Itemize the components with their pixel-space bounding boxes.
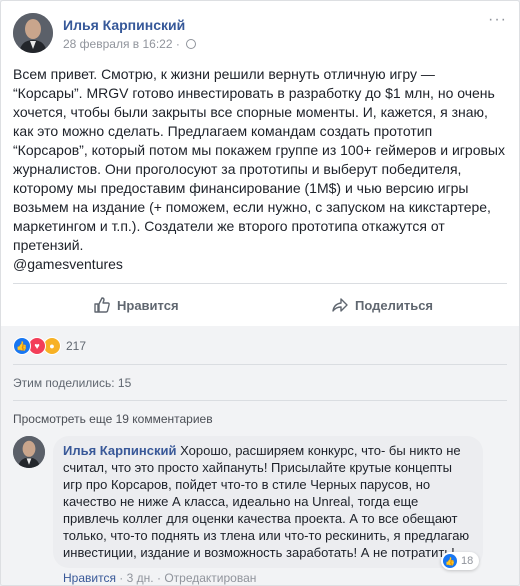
post-text-line: которому мы предоставим финансирование (… bbox=[13, 180, 469, 196]
post-text-line: журналистов. Они проголосуют за прототип… bbox=[13, 161, 462, 177]
footer-dot: · bbox=[119, 571, 124, 585]
post-text: Всем привет. Смотрю, к жизни решили верн… bbox=[13, 65, 505, 274]
post-text-line: Всем привет. Смотрю, к жизни решили верн… bbox=[13, 66, 435, 82]
post-card: Илья Карпинский 28 февраля в 16:22 · ···… bbox=[0, 0, 520, 586]
comment-edited-label: Отредактирован bbox=[164, 571, 257, 585]
post-meta: 28 февраля в 16:22 · bbox=[63, 37, 197, 51]
post-text-line: претензий. bbox=[13, 237, 84, 253]
reaction-count: 217 bbox=[66, 339, 87, 353]
comment-bubble: Илья Карпинский Хорошо, расширяем конкур… bbox=[53, 436, 483, 568]
thumbs-up-icon bbox=[94, 297, 110, 313]
author-avatar[interactable] bbox=[13, 13, 53, 53]
comment-footer: Нравится · 3 дн. · Отредактирован bbox=[63, 571, 256, 585]
comment-reactions-badge[interactable]: 👍 18 bbox=[441, 552, 480, 570]
comment-age[interactable]: 3 дн. bbox=[127, 571, 154, 585]
post-date[interactable]: 28 февраля в 16:22 bbox=[63, 37, 173, 51]
like-button[interactable]: Нравится bbox=[93, 284, 179, 326]
like-reaction-icon: 👍 bbox=[443, 554, 457, 568]
shares-count[interactable]: Этим поделились: 15 bbox=[13, 376, 131, 390]
post-actions: Нравится Поделиться bbox=[13, 283, 507, 327]
comment-author[interactable]: Илья Карпинский bbox=[63, 443, 176, 458]
comment-text: Хорошо, расширяем конкурс, что- бы никто… bbox=[63, 443, 470, 560]
divider bbox=[13, 364, 507, 365]
commenter-avatar[interactable] bbox=[13, 436, 45, 468]
post-author[interactable]: Илья Карпинский bbox=[63, 17, 185, 33]
share-arrow-icon bbox=[332, 298, 348, 312]
comment-like-link[interactable]: Нравится bbox=[63, 571, 116, 585]
post-text-line: возьмем на издание (+ поможем, если нужн… bbox=[13, 199, 491, 215]
post-text-line: хочется, чтобы были закрыты все спорные … bbox=[13, 104, 488, 120]
post-text-line: “Корсары”. MRGV готово инвестировать в р… bbox=[13, 85, 495, 101]
meta-dot: · bbox=[175, 37, 180, 51]
like-reaction-icon: 👍 bbox=[13, 337, 31, 355]
footer-dot: · bbox=[156, 571, 161, 585]
globe-icon bbox=[186, 39, 197, 49]
post-header: Илья Карпинский 28 февраля в 16:22 · ··· bbox=[13, 11, 507, 57]
comments-area: 👍 ♥ ● 217 Этим поделились: 15 Просмотрет… bbox=[1, 326, 519, 585]
post-text-line: маркетингом и т.п.). Создатели же второг… bbox=[13, 218, 445, 234]
comment-reaction-count: 18 bbox=[461, 555, 474, 567]
share-label: Поделиться bbox=[355, 297, 434, 313]
post-text-line: “Корсаров”, который потом мы покажем гру… bbox=[13, 142, 505, 158]
divider bbox=[13, 400, 507, 401]
post-text-line[interactable]: @gamesventures bbox=[13, 255, 505, 274]
view-more-comments-link[interactable]: Просмотреть еще 19 комментариев bbox=[13, 412, 213, 426]
share-button[interactable]: Поделиться bbox=[331, 284, 433, 326]
like-label: Нравится bbox=[117, 297, 179, 313]
reactions-summary[interactable]: 👍 ♥ ● 217 bbox=[13, 336, 86, 356]
post-text-line: как это можно сделать. Предлагаем команд… bbox=[13, 123, 433, 139]
more-options-icon[interactable]: ··· bbox=[488, 11, 507, 29]
